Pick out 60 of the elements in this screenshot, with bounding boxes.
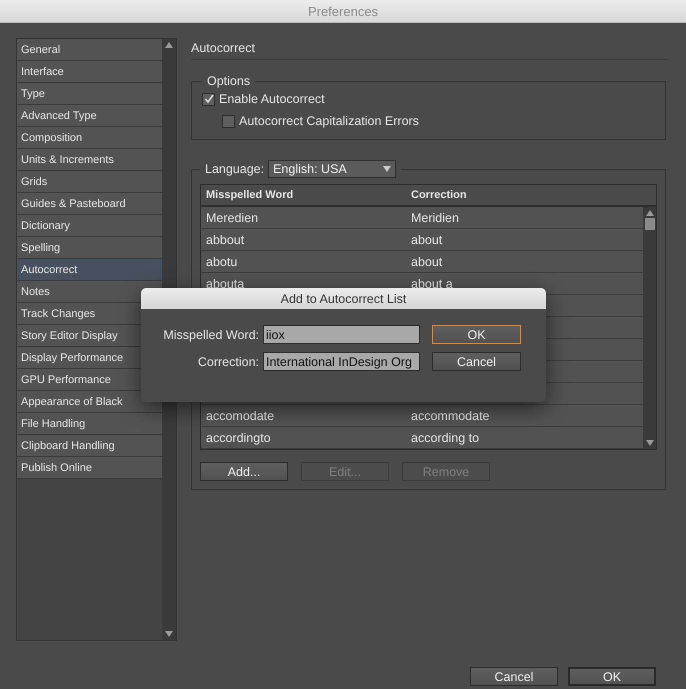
sidebar-item[interactable]: Advanced Type [17, 105, 162, 127]
checkbox[interactable] [222, 114, 235, 128]
checkbox[interactable] [202, 92, 215, 106]
table-row[interactable]: Meredien Meridien [201, 207, 643, 229]
sidebar-item[interactable]: Dictionary [17, 215, 162, 237]
table-cell: according to [411, 430, 480, 444]
table-cell: about [411, 254, 442, 268]
input-field[interactable]: International InDesign Org [263, 352, 420, 371]
sidebar-item[interactable]: Composition [17, 127, 162, 149]
scroll-thumb[interactable] [644, 218, 654, 230]
sidebar-item[interactable]: Units & Increments [17, 149, 162, 171]
table-cell-text: abotu [205, 254, 238, 268]
scroll-down-icon[interactable] [646, 440, 654, 446]
table-cell-text: abouta [205, 276, 246, 290]
scroll-down-icon[interactable] [165, 631, 173, 637]
table-row[interactable]: accomodate accommodate [201, 405, 643, 427]
column-header: Correction [411, 189, 467, 201]
table-cell-text: accomodate [205, 408, 276, 422]
sidebar-item[interactable]: Type [17, 83, 162, 105]
sidebar-item[interactable]: File Handling [17, 413, 162, 435]
field-label: Misspelled Word: [162, 328, 259, 342]
section-title: Autocorrect [191, 38, 668, 60]
table-cell-text: abbout [205, 232, 246, 246]
sidebar-item[interactable]: Interface [17, 61, 162, 83]
table-row[interactable]: abotu about [201, 251, 643, 273]
sidebar-item[interactable]: Publish Online [17, 457, 162, 479]
column-header: Misspelled Word [205, 189, 294, 201]
dialog-button[interactable]: Cancel [470, 667, 558, 686]
sidebar-item[interactable]: Grids [17, 171, 162, 193]
sidebar-item[interactable]: Spelling [17, 237, 162, 259]
scroll-up-icon[interactable] [165, 42, 173, 48]
table-cell-text: accordingto [205, 430, 272, 444]
window-title: Preferences [308, 4, 378, 18]
field-label: Correction: [196, 354, 259, 368]
dialog-title: Add to Autocorrect List [141, 288, 546, 309]
table-cell: about a [411, 276, 453, 290]
dialog-button[interactable]: Cancel [432, 352, 521, 371]
language-label: Language: [205, 162, 264, 176]
language-dropdown[interactable]: English: USA [268, 160, 396, 178]
sidebar-item[interactable]: Guides & Pasteboard [17, 193, 162, 215]
group-title: Options [206, 74, 252, 88]
sidebar-item[interactable]: Autocorrect [17, 259, 162, 281]
checkbox-option[interactable]: Enable Autocorrect [202, 88, 655, 110]
checkbox-option[interactable]: Autocorrect Capitalization Errors [222, 110, 655, 132]
dialog-button[interactable]: OK [568, 667, 656, 686]
table-row[interactable]: accordingto according to [201, 427, 643, 449]
sidebar-item[interactable]: Appearance of Black [17, 391, 162, 413]
table-cell: accommodate [411, 408, 490, 422]
table-cell-text: Meredien [205, 210, 260, 224]
dialog-button[interactable]: OK [432, 325, 521, 344]
sidebar-item[interactable]: General [17, 39, 162, 61]
table-button[interactable]: Add... [200, 462, 288, 481]
input-field[interactable]: iiox [263, 325, 420, 344]
table-row[interactable]: abbout about [201, 229, 643, 251]
dropdown-caret-icon [383, 166, 392, 172]
table-cell: Meridien [411, 210, 459, 224]
table-cell: about [411, 232, 442, 246]
sidebar-item[interactable]: Notes [17, 281, 162, 303]
sidebar-item[interactable]: Clipboard Handling [17, 435, 162, 457]
scroll-up-icon[interactable] [646, 210, 654, 216]
